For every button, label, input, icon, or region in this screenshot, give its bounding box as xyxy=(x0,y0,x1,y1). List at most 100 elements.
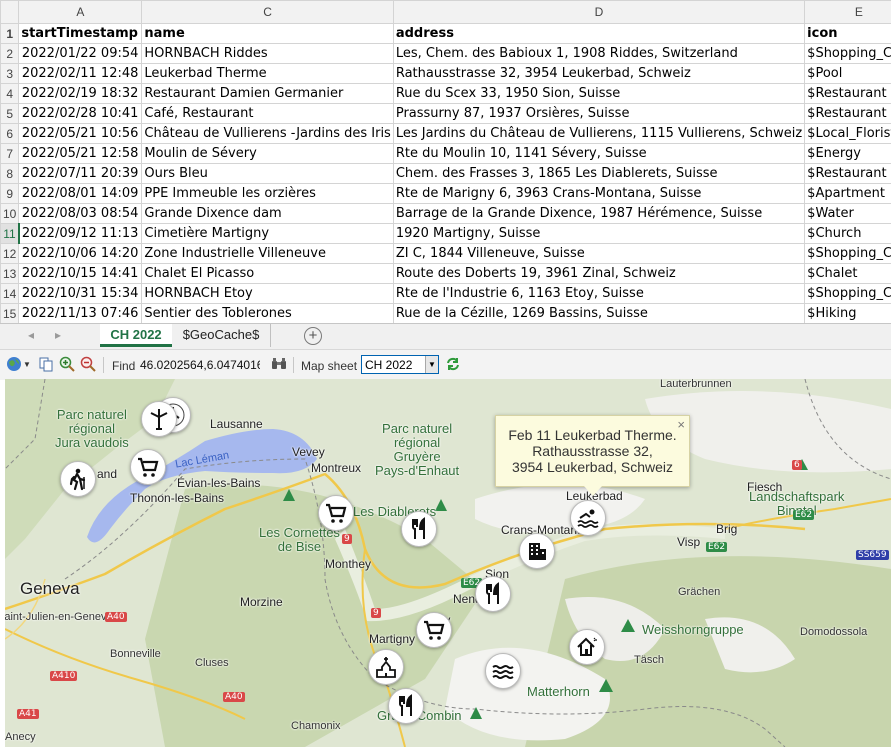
row-number[interactable]: 5 xyxy=(0,103,20,124)
cell-address[interactable]: Rte de l'Industrie 6, 1163 Etoy, Suisse xyxy=(392,283,806,304)
row-number[interactable]: 6 xyxy=(0,123,20,144)
find-input[interactable] xyxy=(140,357,260,373)
cell-name[interactable]: Cimetière Martigny xyxy=(141,223,394,244)
globe-icon[interactable] xyxy=(6,356,22,375)
row-number[interactable]: 13 xyxy=(0,263,20,284)
cell-icon[interactable]: $Hiking xyxy=(804,303,891,323)
cell-icon[interactable]: $Apartment xyxy=(804,183,891,204)
cell-name[interactable]: Ours Bleu xyxy=(141,163,394,184)
cell-name[interactable]: Chalet El Picasso xyxy=(141,263,394,284)
cell-name[interactable]: HORNBACH Etoy xyxy=(141,283,394,304)
column-header-e[interactable]: E xyxy=(804,0,891,24)
row-number[interactable]: 8 xyxy=(0,163,20,184)
tab-scroll-right-icon[interactable]: ▸ xyxy=(55,328,61,342)
map-view[interactable]: Parc naturel régional Jura vaudois Parc na… xyxy=(5,379,891,747)
church-marker[interactable] xyxy=(368,649,404,685)
row-number[interactable]: 1 xyxy=(0,23,20,44)
cell-address[interactable]: Rathausstrasse 32, 3954 Leukerbad, Schwe… xyxy=(392,63,806,84)
cell-name[interactable]: Moulin de Sévery xyxy=(141,143,394,164)
cell-address[interactable]: Rue de la Cézille, 1269 Bassins, Suisse xyxy=(392,303,806,323)
close-icon[interactable]: × xyxy=(677,417,685,432)
hiking-marker[interactable] xyxy=(60,461,96,497)
cell-starttimestamp[interactable]: 2022/08/01 14:09 xyxy=(18,183,143,204)
cell-starttimestamp[interactable]: 2022/02/11 12:48 xyxy=(18,63,143,84)
row-number[interactable]: 2 xyxy=(0,43,20,64)
cell-address[interactable]: Les, Chem. des Babioux 1, 1908 Riddes, S… xyxy=(392,43,806,64)
cell-starttimestamp[interactable]: 2022/07/11 20:39 xyxy=(18,163,143,184)
cell-name[interactable]: Leukerbad Therme xyxy=(141,63,394,84)
cell-starttimestamp[interactable]: 2022/10/31 15:34 xyxy=(18,283,143,304)
water-marker[interactable] xyxy=(485,653,521,689)
column-header-a[interactable]: A xyxy=(18,0,143,24)
row-number[interactable]: 4 xyxy=(0,83,20,104)
row-number[interactable]: 12 xyxy=(0,243,20,264)
row-number[interactable]: 11 xyxy=(0,223,20,244)
cell-icon[interactable]: $Restaurant xyxy=(804,83,891,104)
cell-icon[interactable]: $Shopping_Cart xyxy=(804,283,891,304)
header-cell-address[interactable]: address xyxy=(392,23,806,44)
header-cell-starttimestamp[interactable]: startTimestamp xyxy=(18,23,143,44)
row-number[interactable]: 3 xyxy=(0,63,20,84)
cell-address[interactable]: 1920 Martigny, Suisse xyxy=(392,223,806,244)
restaurant-marker-diablerets[interactable] xyxy=(401,511,437,547)
cell-address[interactable]: Barrage de la Grande Dixence, 1987 Hérém… xyxy=(392,203,806,224)
cell-name[interactable]: Château de Vullierens -Jardins des Iris xyxy=(141,123,394,144)
cell-name[interactable]: PPE Immeuble les orzières xyxy=(141,183,394,204)
copy-icon[interactable] xyxy=(38,356,54,375)
shopping-cart-marker-etoy[interactable] xyxy=(130,449,166,485)
cell-name[interactable]: Sentier des Toblerones xyxy=(141,303,394,323)
cell-name[interactable]: Zone Industrielle Villeneuve xyxy=(141,243,394,264)
florist-marker[interactable] xyxy=(141,401,177,437)
cell-icon[interactable]: $Energy xyxy=(804,143,891,164)
refresh-icon[interactable] xyxy=(445,356,461,375)
cell-name[interactable]: HORNBACH Riddes xyxy=(141,43,394,64)
sheet-tab-ch-2022[interactable]: CH 2022 xyxy=(100,324,172,347)
globe-dropdown-icon[interactable]: ▼ xyxy=(23,360,31,369)
cell-name[interactable]: Café, Restaurant xyxy=(141,103,394,124)
cell-address[interactable]: Rue du Scex 33, 1950 Sion, Suisse xyxy=(392,83,806,104)
cell-icon[interactable]: $Restaurant xyxy=(804,103,891,124)
cell-starttimestamp[interactable]: 2022/05/21 12:58 xyxy=(18,143,143,164)
cell-starttimestamp[interactable]: 2022/02/19 18:32 xyxy=(18,83,143,104)
cell-address[interactable]: Prassurny 87, 1937 Orsières, Suisse xyxy=(392,103,806,124)
cell-starttimestamp[interactable]: 2022/02/28 10:41 xyxy=(18,103,143,124)
cell-icon[interactable]: $Water xyxy=(804,203,891,224)
tab-scroll-left-icon[interactable]: ◂ xyxy=(28,328,34,342)
cell-icon[interactable]: $Restaurant xyxy=(804,163,891,184)
zoom-out-icon[interactable] xyxy=(80,356,96,375)
map-sheet-select[interactable]: CH 2022 ▼ xyxy=(361,355,439,374)
restaurant-marker-sion[interactable] xyxy=(475,576,511,612)
row-number[interactable]: 10 xyxy=(0,203,20,224)
cell-address[interactable]: ZI C, 1844 Villeneuve, Suisse xyxy=(392,243,806,264)
add-sheet-button[interactable]: + xyxy=(304,327,322,345)
cell-address[interactable]: Les Jardins du Château de Vullierens, 11… xyxy=(392,123,806,144)
cell-starttimestamp[interactable]: 2022/10/15 14:41 xyxy=(18,263,143,284)
cell-address[interactable]: Route des Doberts 19, 3961 Zinal, Schwei… xyxy=(392,263,806,284)
shopping-cart-marker-villeneuve[interactable] xyxy=(318,495,354,531)
select-all-corner[interactable] xyxy=(0,0,20,24)
restaurant-marker-orsieres[interactable] xyxy=(388,688,424,724)
cell-address[interactable]: Rte de Marigny 6, 3963 Crans-Montana, Su… xyxy=(392,183,806,204)
cell-address[interactable]: Rte du Moulin 10, 1141 Sévery, Suisse xyxy=(392,143,806,164)
row-number[interactable]: 9 xyxy=(0,183,20,204)
cell-starttimestamp[interactable]: 2022/09/12 11:13 xyxy=(18,223,143,244)
cell-starttimestamp[interactable]: 2022/05/21 10:56 xyxy=(18,123,143,144)
zoom-in-icon[interactable] xyxy=(59,356,75,375)
cell-icon[interactable]: $Chalet xyxy=(804,263,891,284)
row-number[interactable]: 7 xyxy=(0,143,20,164)
cell-address[interactable]: Chem. des Frasses 3, 1865 Les Diablerets… xyxy=(392,163,806,184)
cell-starttimestamp[interactable]: 2022/08/03 08:54 xyxy=(18,203,143,224)
cell-starttimestamp[interactable]: 2022/01/22 09:54 xyxy=(18,43,143,64)
cell-icon[interactable]: $Shopping_Cart xyxy=(804,43,891,64)
cell-icon[interactable]: $Church xyxy=(804,223,891,244)
cell-starttimestamp[interactable]: 2022/11/13 07:46 xyxy=(18,303,143,323)
cell-name[interactable]: Restaurant Damien Germanier xyxy=(141,83,394,104)
row-number[interactable]: 14 xyxy=(0,283,20,304)
cell-starttimestamp[interactable]: 2022/10/06 14:20 xyxy=(18,243,143,264)
row-number[interactable]: 15 xyxy=(0,303,20,323)
column-header-d[interactable]: D xyxy=(392,0,806,24)
header-cell-name[interactable]: name xyxy=(141,23,394,44)
chalet-marker[interactable] xyxy=(569,629,605,665)
sheet-tab-geocache[interactable]: $GeoCache$ xyxy=(172,324,271,347)
cell-icon[interactable]: $Local_Florist xyxy=(804,123,891,144)
